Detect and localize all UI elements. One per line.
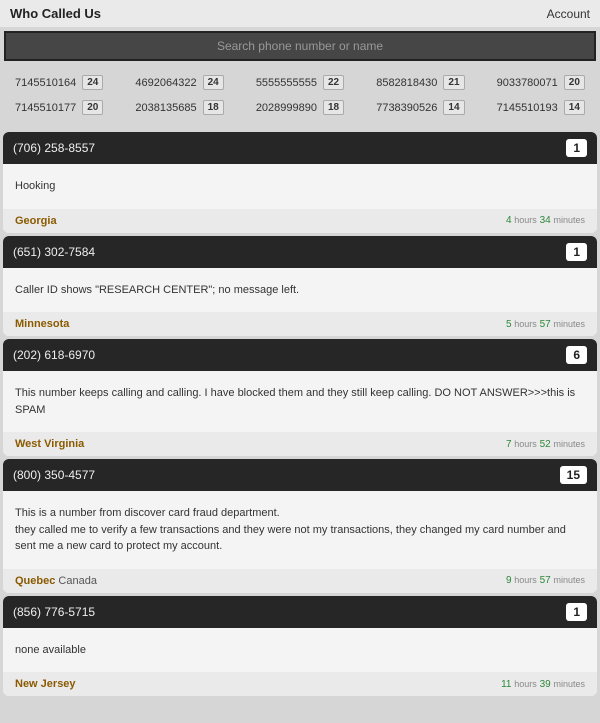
entry-location[interactable]: Quebec Canada xyxy=(15,575,97,587)
entry-footer: Minnesota 5 hours 57 minutes xyxy=(3,312,597,336)
search-input[interactable]: Search phone number or name xyxy=(4,31,596,61)
trending-number[interactable]: 7145510177 20 xyxy=(15,100,103,115)
trending-number-text: 7145510164 xyxy=(15,77,76,89)
search-wrap: Search phone number or name xyxy=(0,27,600,65)
trending-count-badge: 21 xyxy=(443,75,464,90)
trending-number[interactable]: 5555555555 22 xyxy=(256,75,344,90)
trending-count-badge: 14 xyxy=(564,100,585,115)
trending-number-text: 2028999890 xyxy=(256,102,317,114)
entry-phone: (202) 618-6970 xyxy=(13,348,95,362)
entry: (800) 350-4577 15 This is a number from di… xyxy=(3,459,597,593)
trending-number-text: 2038135685 xyxy=(135,102,196,114)
entry-location[interactable]: Georgia xyxy=(15,215,57,227)
entry-footer: New Jersey 11 hours 39 minutes xyxy=(3,672,597,696)
search-placeholder: Search phone number or name xyxy=(217,39,383,53)
entry-header[interactable]: (856) 776-5715 1 xyxy=(3,596,597,628)
entry-footer: Quebec Canada 9 hours 57 minutes xyxy=(3,569,597,593)
trending-number-text: 7145510193 xyxy=(497,102,558,114)
trending-number-text: 5555555555 xyxy=(256,77,317,89)
trending-number[interactable]: 8582818430 21 xyxy=(376,75,464,90)
entry-header[interactable]: (706) 258-8557 1 xyxy=(3,132,597,164)
entry: (706) 258-8557 1 Hooking Georgia 4 hours 34 … xyxy=(3,132,597,233)
trending-number[interactable]: 7145510164 24 xyxy=(15,75,103,90)
entry-footer: Georgia 4 hours 34 minutes xyxy=(3,209,597,233)
entry-comment: This number keeps calling and calling. I… xyxy=(3,371,597,432)
trending-number[interactable]: 7145510193 14 xyxy=(497,100,585,115)
entry-count-badge: 6 xyxy=(566,346,587,364)
entry: (856) 776-5715 1 none available New Jersey 1… xyxy=(3,596,597,697)
entry-phone: (856) 776-5715 xyxy=(13,605,95,619)
trending-number-text: 8582818430 xyxy=(376,77,437,89)
entry-country: Canada xyxy=(58,575,97,587)
entry-header[interactable]: (651) 302-7584 1 xyxy=(3,236,597,268)
entry-timestamp: 5 hours 57 minutes xyxy=(506,319,585,330)
trending-count-badge: 24 xyxy=(82,75,103,90)
entry: (202) 618-6970 6 This number keeps calling… xyxy=(3,339,597,456)
trending-count-badge: 18 xyxy=(323,100,344,115)
entry-timestamp: 7 hours 52 minutes xyxy=(506,439,585,450)
entry-state: West Virginia xyxy=(15,438,84,450)
trending-number[interactable]: 7738390526 14 xyxy=(376,100,464,115)
trending-count-badge: 20 xyxy=(82,100,103,115)
entry-phone: (651) 302-7584 xyxy=(13,245,95,259)
site-brand[interactable]: Who Called Us xyxy=(10,6,101,21)
trending-number-text: 9033780071 xyxy=(497,77,558,89)
entry-footer: West Virginia 7 hours 52 minutes xyxy=(3,432,597,456)
trending-count-badge: 24 xyxy=(203,75,224,90)
entry: (651) 302-7584 1 Caller ID shows "RESEARCH… xyxy=(3,236,597,337)
account-link[interactable]: Account xyxy=(547,7,590,21)
entry-comment: This is a number from discover card frau… xyxy=(3,491,597,569)
trending-count-badge: 14 xyxy=(443,100,464,115)
trending-count-badge: 20 xyxy=(564,75,585,90)
trending-number-text: 4692064322 xyxy=(135,77,196,89)
entry-timestamp: 9 hours 57 minutes xyxy=(506,575,585,586)
trending-number-text: 7738390526 xyxy=(376,102,437,114)
entry-count-badge: 1 xyxy=(566,139,587,157)
entry-state: Georgia xyxy=(15,215,57,227)
entry-phone: (800) 350-4577 xyxy=(13,468,95,482)
entry-location[interactable]: West Virginia xyxy=(15,438,84,450)
entry-header[interactable]: (800) 350-4577 15 xyxy=(3,459,597,491)
trending-numbers: 7145510164 24 4692064322 24 5555555555 22 8582… xyxy=(0,65,600,129)
trending-number[interactable]: 4692064322 24 xyxy=(135,75,223,90)
entry-comment: Hooking xyxy=(3,164,597,209)
entry-comment: none available xyxy=(3,628,597,673)
entry-timestamp: 4 hours 34 minutes xyxy=(506,215,585,226)
entry-state: New Jersey xyxy=(15,678,76,690)
entries-list: (706) 258-8557 1 Hooking Georgia 4 hours 34 … xyxy=(0,132,600,696)
entry-state: Quebec xyxy=(15,575,55,587)
trending-number[interactable]: 2038135685 18 xyxy=(135,100,223,115)
entry-count-badge: 1 xyxy=(566,603,587,621)
trending-count-badge: 22 xyxy=(323,75,344,90)
trending-number-text: 7145510177 xyxy=(15,102,76,114)
entry-phone: (706) 258-8557 xyxy=(13,141,95,155)
trending-number[interactable]: 2028999890 18 xyxy=(256,100,344,115)
entry-count-badge: 1 xyxy=(566,243,587,261)
entry-location[interactable]: Minnesota xyxy=(15,318,69,330)
trending-number[interactable]: 9033780071 20 xyxy=(497,75,585,90)
entry-header[interactable]: (202) 618-6970 6 xyxy=(3,339,597,371)
top-bar: Who Called Us Account xyxy=(0,0,600,27)
entry-count-badge: 15 xyxy=(560,466,587,484)
entry-state: Minnesota xyxy=(15,318,69,330)
entry-location[interactable]: New Jersey xyxy=(15,678,76,690)
trending-count-badge: 18 xyxy=(203,100,224,115)
entry-timestamp: 11 hours 39 minutes xyxy=(501,679,585,690)
entry-comment: Caller ID shows "RESEARCH CENTER"; no me… xyxy=(3,268,597,313)
